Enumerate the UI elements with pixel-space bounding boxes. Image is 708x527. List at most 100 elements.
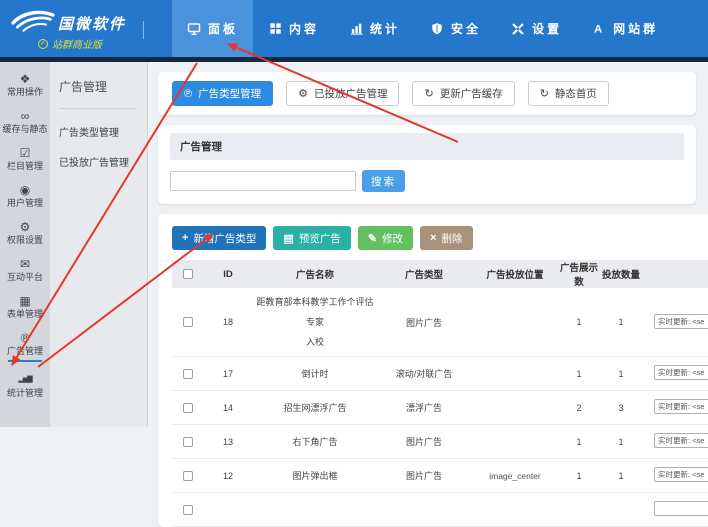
cell-impressions: 1 bbox=[560, 425, 598, 459]
gears-icon: ⚙ bbox=[298, 87, 308, 100]
nav-item-dashboard[interactable]: 面板 bbox=[172, 0, 253, 57]
table-row: 14 招生网漂浮广告 漂浮广告 2 3 实时更新: <se bbox=[172, 391, 708, 425]
sidebar-item-ad-management[interactable]: ℗ 广告管理 bbox=[0, 331, 50, 362]
row-checkbox[interactable] bbox=[183, 403, 193, 413]
col-header-impressions: 广告展示数 bbox=[560, 260, 598, 288]
nav-label: 安全 bbox=[451, 20, 481, 37]
col-header-placements: 投放数量 bbox=[598, 260, 644, 288]
user-icon: ◉ bbox=[0, 183, 50, 197]
cell-impressions: 2 bbox=[560, 391, 598, 425]
letter-a-icon: A bbox=[592, 22, 606, 36]
cell-id: 14 bbox=[204, 391, 252, 425]
row-checkbox[interactable] bbox=[183, 317, 193, 327]
plus-icon: + bbox=[182, 232, 188, 244]
cell-ad-name: 图片弹出框 bbox=[252, 459, 378, 493]
nav-item-security[interactable]: 安全 bbox=[415, 0, 496, 57]
nav-label: 网站群 bbox=[613, 20, 658, 37]
row-checkbox[interactable] bbox=[183, 505, 193, 515]
ad-table-card: + 新增广告类型 ▤ 预览广告 ✎ 修改 × 删除 bbox=[158, 214, 708, 527]
realtime-update-input[interactable]: 实时更新: <se bbox=[654, 467, 708, 482]
realtime-update-input[interactable]: 实时更新: <se bbox=[654, 314, 708, 329]
settings-icon bbox=[511, 22, 525, 36]
col-header-ad-position: 广告投放位置 bbox=[470, 260, 560, 288]
tab-buttons-card: ℗ 广告类型管理 ⚙ 已投放广告管理 ↻ 更新广告缓存 ↻ 静态首页 bbox=[158, 72, 696, 115]
main-nav: 面板 内容 统计 安全 设置 A bbox=[172, 0, 673, 57]
cell-ad-position bbox=[470, 357, 560, 391]
realtime-update-input[interactable]: 实时更新: <se bbox=[654, 433, 708, 448]
brand-block: 国微软件 ✓ 站群商业版 bbox=[0, 0, 144, 57]
cell-ad-name: 招生网漂浮广告 bbox=[252, 391, 378, 425]
delete-button[interactable]: × 删除 bbox=[420, 226, 472, 250]
cell-placements: 1 bbox=[598, 288, 644, 357]
brand-subtitle-text: 站群商业版 bbox=[52, 36, 102, 51]
cell-ad-name: 距教育部本科教学工作个评估专家 入校 bbox=[252, 288, 378, 357]
sidebar-item-permission-settings[interactable]: ⚙ 权限设置 bbox=[0, 220, 50, 246]
cell-impressions: 1 bbox=[560, 459, 598, 493]
sidebar-item-statistics-management[interactable]: ▂▅▇ 统计管理 bbox=[0, 373, 50, 399]
refresh-icon: ↻ bbox=[424, 87, 433, 100]
row-checkbox[interactable] bbox=[183, 369, 193, 379]
calendar-icon: ▦ bbox=[0, 294, 50, 308]
cell-id: 18 bbox=[204, 288, 252, 357]
table-row: 12 图片弹出框 图片广告 image_center 1 1 实时更新: <se bbox=[172, 459, 708, 493]
tab-static-homepage[interactable]: ↻ 静态首页 bbox=[528, 81, 609, 106]
row-checkbox[interactable] bbox=[183, 471, 193, 481]
close-icon: × bbox=[430, 232, 436, 244]
cell-id: 13 bbox=[204, 425, 252, 459]
preview-ad-button[interactable]: ▤ 预览广告 bbox=[273, 226, 350, 250]
active-underline bbox=[8, 360, 42, 362]
select-all-checkbox[interactable] bbox=[183, 269, 193, 279]
cell-id bbox=[204, 493, 252, 527]
row-checkbox[interactable] bbox=[183, 437, 193, 447]
envelope-icon: ✉ bbox=[0, 257, 50, 271]
table-body: 18 距教育部本科教学工作个评估专家 入校 图片广告 1 1 实时更新: <se… bbox=[172, 288, 708, 527]
document-icon: ▤ bbox=[283, 232, 293, 245]
tab-placed-ads-management[interactable]: ⚙ 已投放广告管理 bbox=[286, 81, 399, 106]
sidebar-item-common-operations[interactable]: ❖ 常用操作 bbox=[0, 72, 50, 98]
search-button[interactable]: 搜索 bbox=[362, 170, 405, 192]
table-row: 13 右下角广告 图片广告 1 1 实时更新: <se bbox=[172, 425, 708, 459]
realtime-update-input[interactable]: 实时更新: <se bbox=[654, 399, 708, 414]
sidebar-item-cache-static[interactable]: ∞ 缓存与静态 bbox=[0, 109, 50, 135]
realtime-update-input[interactable]: 实时更新: <se bbox=[654, 365, 708, 380]
nav-label: 面板 bbox=[208, 20, 238, 37]
add-ad-type-button[interactable]: + 新增广告类型 bbox=[172, 226, 266, 250]
megaphone-icon: ℗ bbox=[184, 88, 192, 100]
submenu-title: 广告管理 bbox=[59, 78, 137, 109]
submenu-item-placed-ads-management[interactable]: 已投放广告管理 bbox=[59, 154, 147, 169]
common-operations-icon: ❖ bbox=[0, 72, 50, 86]
nav-item-content[interactable]: 内容 bbox=[253, 0, 334, 57]
sidebar-item-interaction-platform[interactable]: ✉ 互动平台 bbox=[0, 257, 50, 283]
cell-ad-position bbox=[470, 391, 560, 425]
cell-ad-type: 滚动/对联广告 bbox=[378, 357, 470, 391]
nav-item-settings[interactable]: 设置 bbox=[496, 0, 577, 57]
cell-id: 12 bbox=[204, 459, 252, 493]
nav-label: 设置 bbox=[532, 20, 562, 37]
table-toolbar: + 新增广告类型 ▤ 预览广告 ✎ 修改 × 删除 bbox=[158, 226, 708, 260]
col-header-ad-type: 广告类型 bbox=[378, 260, 470, 288]
cell-ad-type: 图片广告 bbox=[378, 459, 470, 493]
refresh-icon: ↻ bbox=[540, 87, 549, 100]
cell-ad-type: 漂浮广告 bbox=[378, 391, 470, 425]
nav-label: 内容 bbox=[289, 20, 319, 37]
submenu-item-ad-type-management[interactable]: 广告类型管理 bbox=[59, 124, 147, 139]
checkbox-icon: ☑ bbox=[0, 146, 50, 160]
submenu-panel: 广告管理 广告类型管理 已投放广告管理 bbox=[50, 62, 148, 427]
realtime-update-input[interactable] bbox=[654, 501, 708, 516]
tab-ad-type-management[interactable]: ℗ 广告类型管理 bbox=[172, 81, 273, 106]
sidebar-item-column-management[interactable]: ☑ 栏目管理 bbox=[0, 146, 50, 172]
search-input[interactable] bbox=[170, 171, 356, 191]
sidebar-item-user-management[interactable]: ◉ 用户管理 bbox=[0, 183, 50, 209]
tab-refresh-ad-cache[interactable]: ↻ 更新广告缓存 bbox=[412, 81, 514, 106]
link-icon: ∞ bbox=[0, 109, 50, 123]
ads-table: ID 广告名称 广告类型 广告投放位置 广告展示数 投放数量 18 距教育部本科… bbox=[172, 260, 708, 527]
nav-item-website-group[interactable]: A 网站群 bbox=[577, 0, 673, 57]
nav-item-statistics[interactable]: 统计 bbox=[334, 0, 415, 57]
pencil-icon: ✎ bbox=[368, 232, 377, 245]
edit-button[interactable]: ✎ 修改 bbox=[358, 226, 413, 250]
sidebar-item-form-management[interactable]: ▦ 表单管理 bbox=[0, 294, 50, 320]
table-header-row: ID 广告名称 广告类型 广告投放位置 广告展示数 投放数量 bbox=[172, 260, 708, 288]
cell-ad-position bbox=[470, 425, 560, 459]
cell-ad-position bbox=[470, 288, 560, 357]
col-header-id: ID bbox=[204, 260, 252, 288]
